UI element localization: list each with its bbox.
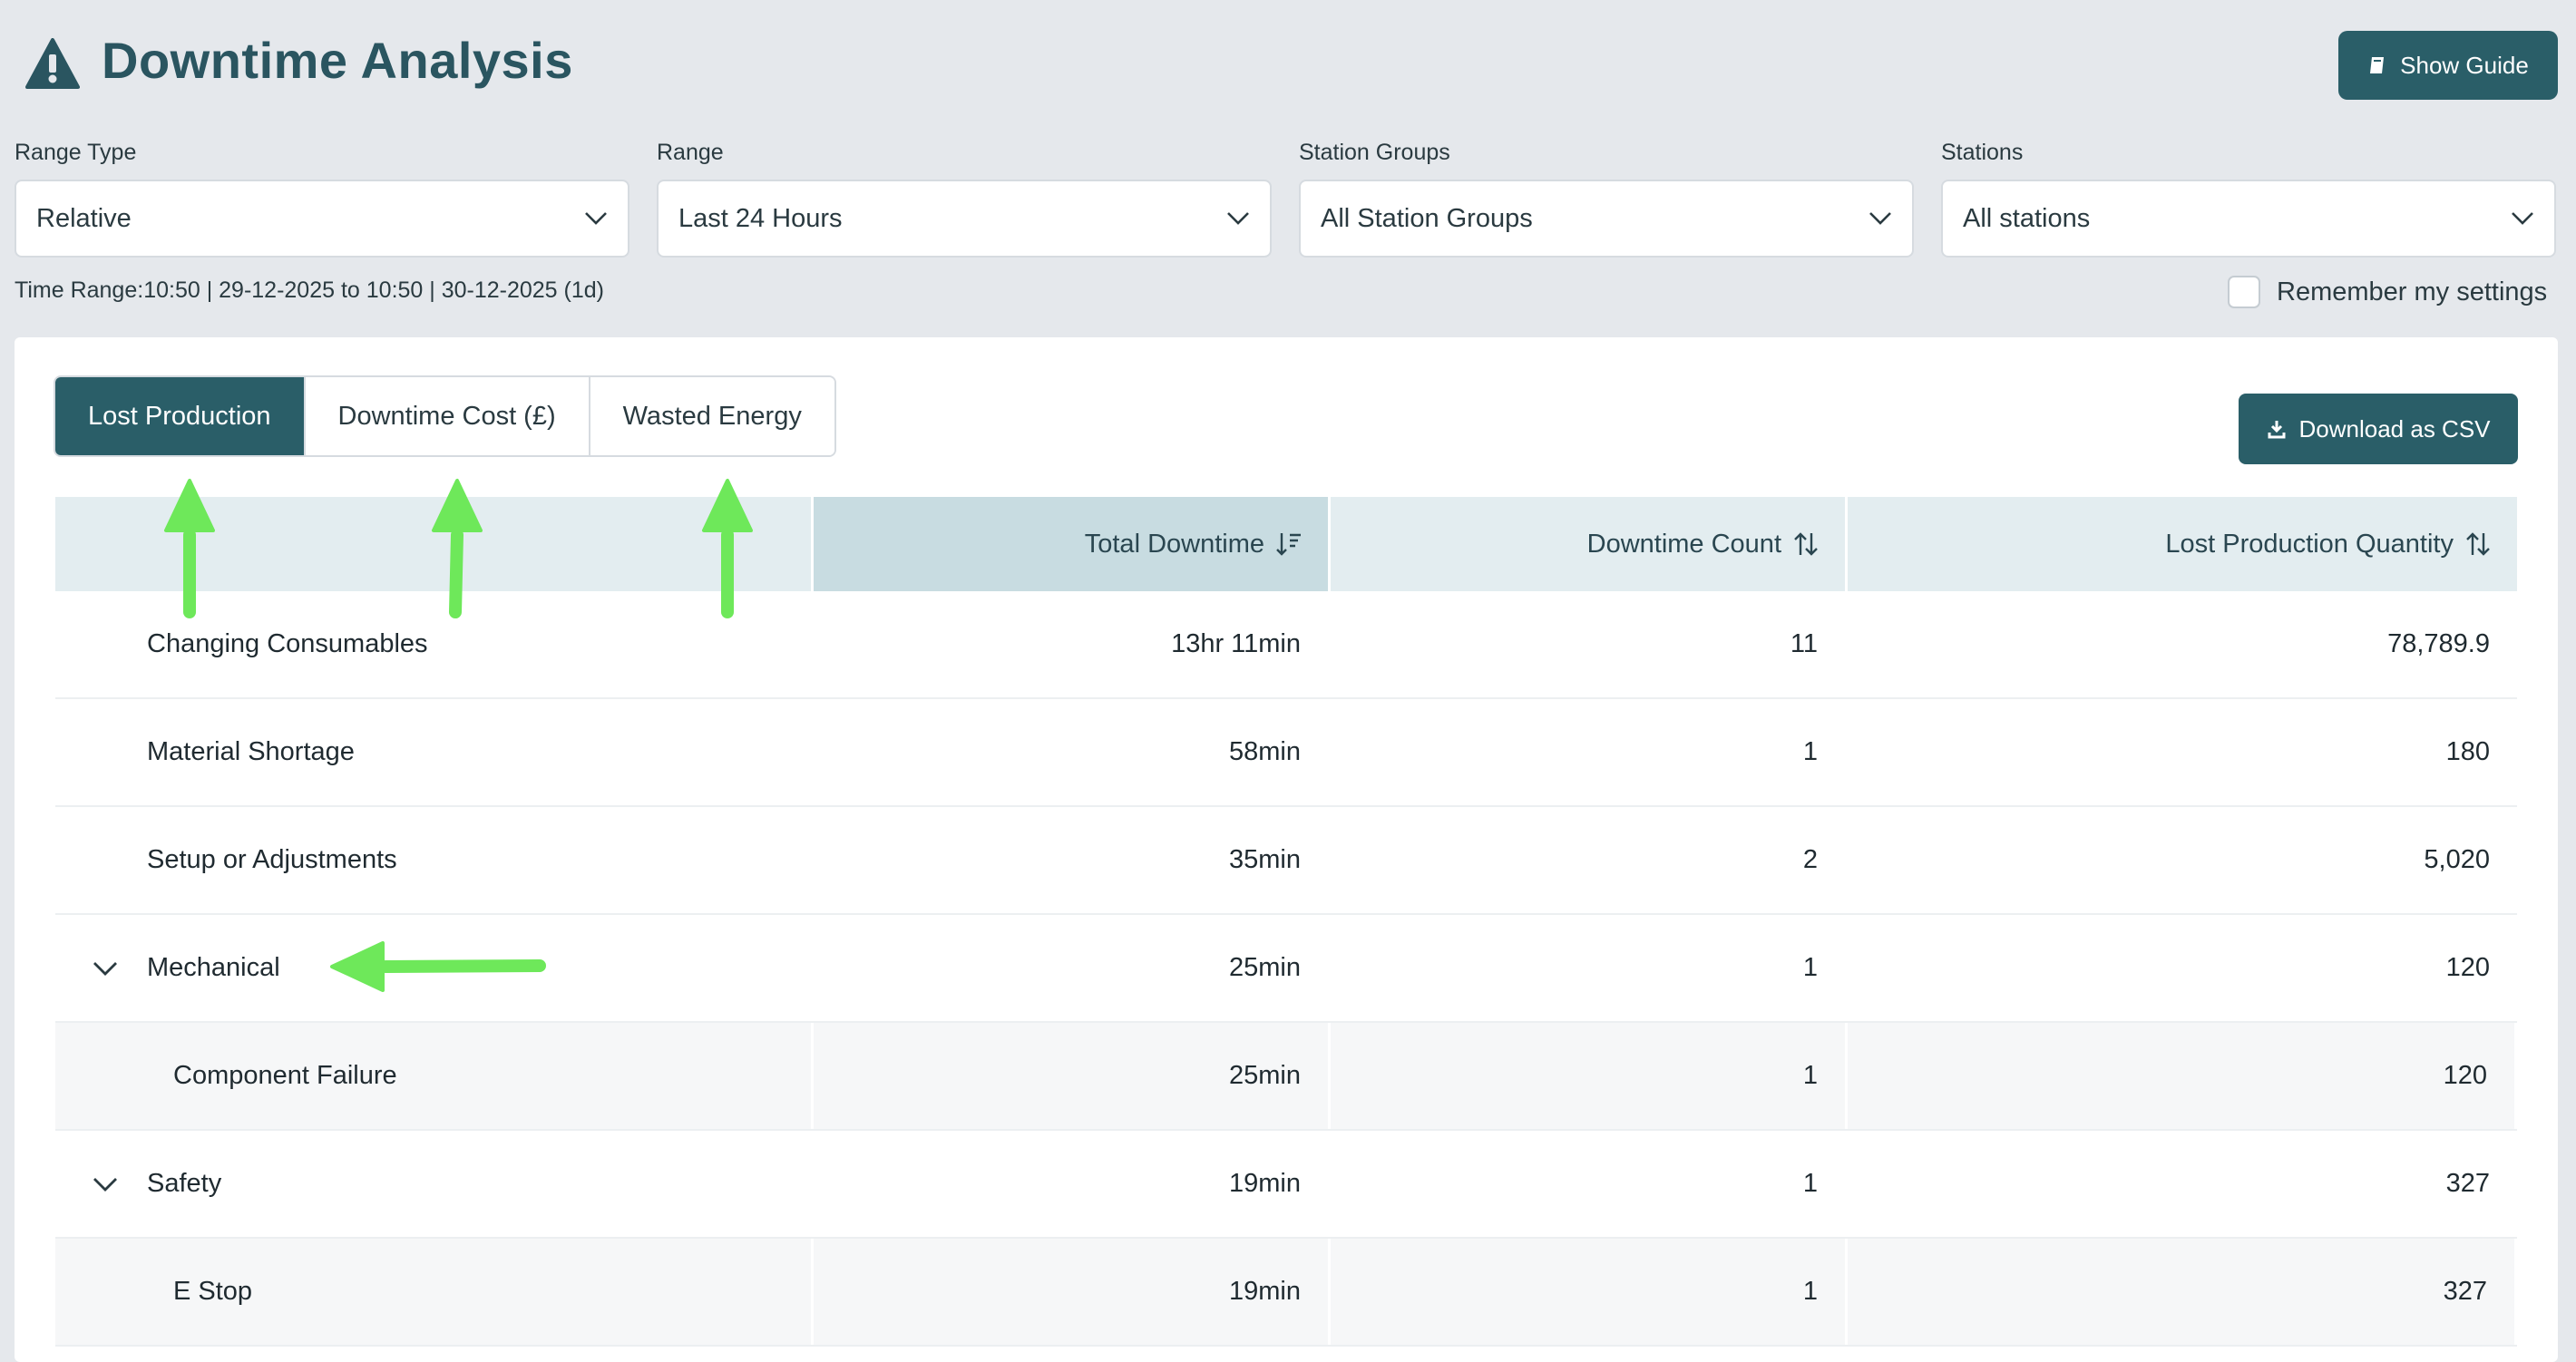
range-type-label: Range Type [15,140,137,165]
chevron-down-icon[interactable] [93,1176,118,1192]
header-name-column [55,497,814,591]
table-row-group-mechanical[interactable]: Mechanical 25min 1 120 [55,915,2517,1023]
stations-select[interactable]: All stations [1941,180,2556,258]
header-lost-production-quantity[interactable]: Lost Production Quantity [1848,497,2517,591]
download-csv-label: Download as CSV [2298,414,2491,443]
tab-wasted-energy[interactable]: Wasted Energy [590,377,834,455]
row-total-downtime: 58min [814,699,1331,805]
row-downtime-count: 1 [1331,1023,1848,1129]
remember-settings-checkbox[interactable] [2228,276,2260,308]
metric-tabs: Lost Production Downtime Cost (£) Wasted… [54,375,836,457]
chevron-down-icon [1869,212,1891,225]
header-downtime-count[interactable]: Downtime Count [1331,497,1848,591]
station-groups-value: All Station Groups [1321,203,1533,233]
row-downtime-count: 1 [1331,915,1848,1021]
remember-settings-label: Remember my settings [2277,277,2548,306]
row-downtime-count: 2 [1331,807,1848,913]
row-lost-production-quantity: 120 [1848,1023,2517,1129]
table-row[interactable]: Material Shortage 58min 1 180 [55,699,2517,807]
chevron-down-icon[interactable] [93,960,118,977]
downtime-table: Total Downtime Downtime Count Lost Produ… [55,497,2517,1347]
show-guide-label: Show Guide [2400,51,2529,79]
row-downtime-count: 1 [1331,699,1848,805]
chevron-down-icon [2512,212,2533,225]
range-label: Range [657,140,724,165]
row-name: Setup or Adjustments [55,807,814,913]
table-row-child[interactable]: E Stop 19min 1 327 [55,1239,2517,1347]
tab-lost-production[interactable]: Lost Production [55,377,306,455]
header-total-downtime[interactable]: Total Downtime [814,497,1331,591]
row-lost-production-quantity: 327 [2445,1169,2490,1198]
row-total-downtime: 35min [814,807,1331,913]
row-name: Safety [147,1169,222,1198]
row-total-downtime: 19min [814,1239,1331,1345]
range-type-select[interactable]: Relative [15,180,629,258]
table-row[interactable]: Changing Consumables 13hr 11min 11 78,78… [55,591,2517,699]
table-row-group-safety[interactable]: Safety 19min 1 327 [55,1131,2517,1239]
table-header: Total Downtime Downtime Count Lost Produ… [55,497,2517,591]
row-total-downtime: 13hr 11min [814,591,1331,697]
row-total-downtime: 25min [814,915,1331,1021]
download-csv-button[interactable]: Download as CSV [2239,394,2518,464]
sort-icon [2466,532,2490,556]
row-name: Changing Consumables [55,591,814,697]
row-lost-production-quantity: 5,020 [2424,845,2490,874]
table-row[interactable]: Setup or Adjustments 35min 2 5,020 [55,807,2517,915]
table-row-child[interactable]: Component Failure 25min 1 120 [55,1023,2517,1131]
range-select[interactable]: Last 24 Hours [657,180,1272,258]
show-guide-button[interactable]: Show Guide [2338,31,2558,100]
chevron-down-icon [1227,212,1249,225]
warning-triangle-icon [25,38,80,89]
time-range-text: Time Range:10:50 | 29-12-2025 to 10:50 |… [15,277,604,303]
stations-value: All stations [1963,203,2091,233]
row-name: E Stop [55,1239,814,1345]
row-downtime-count: 11 [1331,591,1848,697]
book-icon [2370,57,2385,73]
row-name: Material Shortage [55,699,814,805]
sort-icon [1794,532,1818,556]
row-total-downtime: 19min [814,1131,1331,1237]
header-lost-production-quantity-label: Lost Production Quantity [2165,529,2454,559]
remember-settings[interactable]: Remember my settings [2228,276,2547,308]
header-downtime-count-label: Downtime Count [1586,529,1781,559]
row-lost-production-quantity: 327 [1848,1239,2517,1345]
sort-descending-icon [1276,533,1301,556]
row-downtime-count: 1 [1331,1131,1848,1237]
row-name: Component Failure [55,1023,814,1129]
row-lost-production-quantity: 120 [2445,953,2490,982]
range-type-value: Relative [36,203,132,233]
stations-label: Stations [1941,140,2024,165]
row-total-downtime: 25min [814,1023,1331,1129]
row-lost-production-quantity: 78,789.9 [2387,629,2490,658]
station-groups-label: Station Groups [1299,140,1450,165]
header-total-downtime-label: Total Downtime [1084,529,1264,559]
range-value: Last 24 Hours [678,203,843,233]
row-downtime-count: 1 [1331,1239,1848,1345]
chevron-down-icon [585,212,607,225]
download-icon [2268,421,2285,439]
tab-downtime-cost[interactable]: Downtime Cost (£) [305,377,590,455]
station-groups-select[interactable]: All Station Groups [1299,180,1914,258]
row-lost-production-quantity: 180 [2445,737,2490,766]
page-title: Downtime Analysis [102,32,573,89]
row-name: Mechanical [147,953,280,982]
